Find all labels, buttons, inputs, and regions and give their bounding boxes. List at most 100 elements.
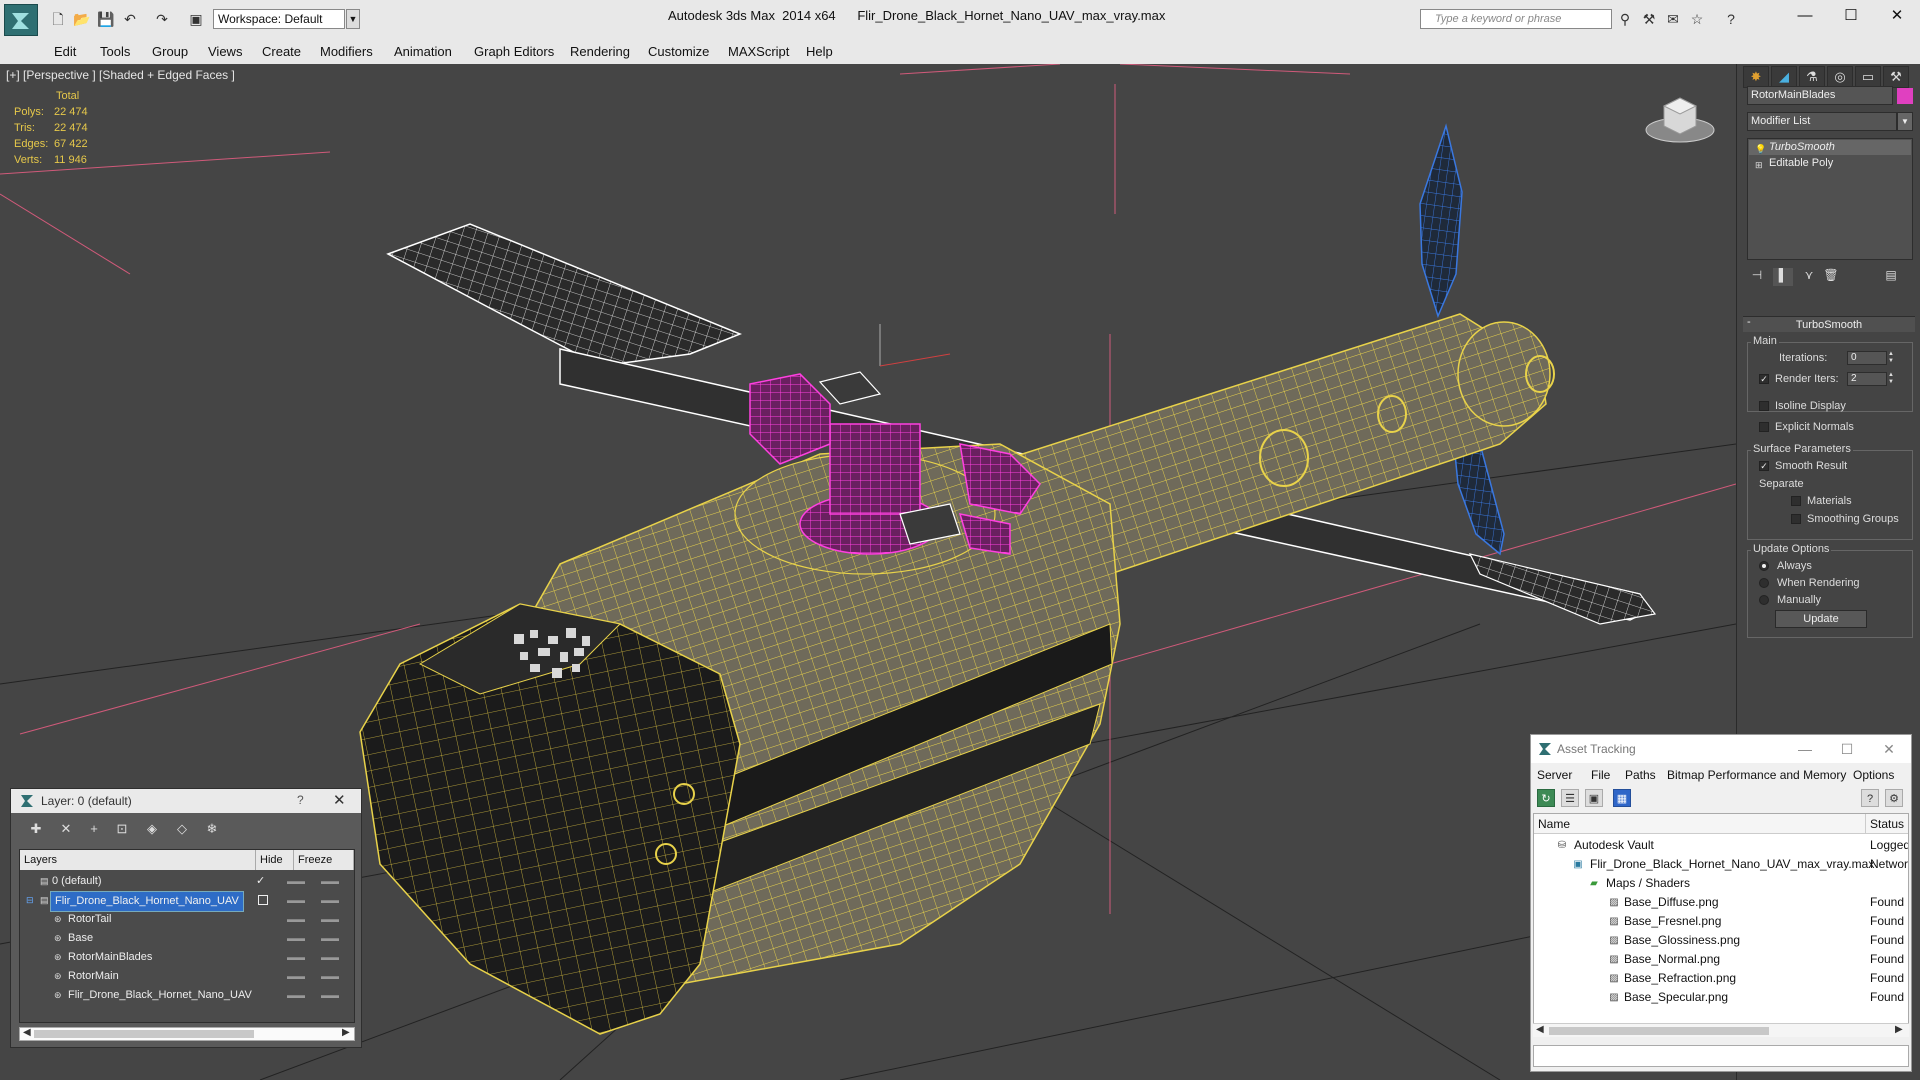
maximize-button[interactable]: ☐ bbox=[1828, 4, 1874, 28]
make-unique-icon[interactable]: ⋎ bbox=[1799, 268, 1819, 286]
column-layers[interactable]: Layers bbox=[20, 850, 256, 870]
make-current-box[interactable] bbox=[258, 895, 268, 905]
asset-menu-options[interactable]: Options bbox=[1853, 768, 1894, 782]
redo-icon[interactable]: ↷ bbox=[152, 9, 172, 29]
layer-row[interactable]: ▤ 0 (default) ✓ ▬▬ ▬▬ bbox=[20, 872, 354, 891]
new-file-icon[interactable]: 🗋 bbox=[48, 9, 68, 29]
rollout-turbosmooth[interactable]: TurboSmooth bbox=[1743, 316, 1915, 332]
menu-create[interactable]: Create bbox=[262, 44, 301, 59]
freeze-toggle[interactable]: ▬▬ bbox=[320, 929, 340, 948]
hide-toggle[interactable]: ▬▬ bbox=[286, 891, 306, 910]
render-iters-checkbox[interactable]: ✓ bbox=[1759, 374, 1769, 384]
update-button[interactable]: Update bbox=[1775, 610, 1867, 628]
layer-row[interactable]: ⊛ Flir_Drone_Black_Hornet_Nano_UAV ▬▬ ▬▬ bbox=[20, 986, 354, 1005]
menu-help[interactable]: Help bbox=[806, 44, 833, 59]
menu-modifiers[interactable]: Modifiers bbox=[320, 44, 373, 59]
freeze-toggle[interactable]: ▬▬ bbox=[320, 948, 340, 967]
hide-toggle[interactable]: ▬▬ bbox=[286, 967, 306, 986]
hierarchy-tab-icon[interactable]: ⚗ bbox=[1799, 66, 1825, 88]
asset-row[interactable]: ▨ Base_Specular.png Found bbox=[1534, 988, 1908, 1007]
binoculars-icon[interactable]: ⚲ bbox=[1616, 10, 1634, 28]
create-tab-icon[interactable]: ✸ bbox=[1743, 66, 1769, 88]
asset-menu-bitmap[interactable]: Bitmap Performance and Memory bbox=[1667, 768, 1846, 782]
menu-animation[interactable]: Animation bbox=[394, 44, 452, 59]
spinner-arrows-icon[interactable]: ▲ ▼ bbox=[1887, 372, 1895, 386]
minimize-button[interactable]: — bbox=[1782, 4, 1828, 28]
communication-icon[interactable]: ✉ bbox=[1664, 10, 1682, 28]
menu-edit[interactable]: Edit bbox=[54, 44, 76, 59]
asset-row[interactable]: ▨ Base_Diffuse.png Found bbox=[1534, 893, 1908, 912]
search-input[interactable]: Type a keyword or phrase bbox=[1420, 9, 1612, 29]
freeze-toggle[interactable]: ▬▬ bbox=[320, 967, 340, 986]
menu-customize[interactable]: Customize bbox=[648, 44, 709, 59]
open-file-icon[interactable]: 📂 bbox=[72, 9, 92, 29]
asset-menu-server[interactable]: Server bbox=[1537, 768, 1572, 782]
highlight-layer-icon[interactable]: ◈ bbox=[141, 819, 163, 839]
horizontal-scrollbar[interactable]: ◀ ▶ bbox=[1533, 1023, 1909, 1037]
layer-dialog-titlebar[interactable]: Layer: 0 (default) ? ✕ bbox=[11, 789, 361, 813]
subscription-icon[interactable]: ⚒ bbox=[1640, 10, 1658, 28]
motion-tab-icon[interactable]: ◎ bbox=[1827, 66, 1853, 88]
freeze-toggle[interactable]: ▬▬ bbox=[320, 872, 340, 891]
spinner-arrows-icon[interactable]: ▲ ▼ bbox=[1887, 351, 1895, 365]
asset-row[interactable]: ▨ Base_Glossiness.png Found bbox=[1534, 931, 1908, 950]
close-button[interactable]: ✕ bbox=[1869, 739, 1909, 759]
freeze-toggle[interactable]: ▬▬ bbox=[320, 891, 340, 910]
help-button[interactable]: ? bbox=[297, 793, 304, 807]
maximize-button[interactable]: ☐ bbox=[1827, 739, 1867, 759]
hide-toggle[interactable]: ▬▬ bbox=[286, 929, 306, 948]
settings-icon[interactable]: ⚙ bbox=[1885, 789, 1903, 807]
scroll-right-icon[interactable]: ▶ bbox=[1895, 1024, 1903, 1035]
freeze-toggle[interactable]: ▬▬ bbox=[320, 986, 340, 1005]
asset-row[interactable]: ⛁ Autodesk Vault Logged bbox=[1534, 836, 1908, 855]
add-to-layer-icon[interactable]: + bbox=[83, 819, 105, 839]
asset-row[interactable]: ▨ Base_Fresnel.png Found bbox=[1534, 912, 1908, 931]
show-end-result-icon[interactable]: ▌ bbox=[1773, 268, 1793, 286]
asset-row[interactable]: ▰ Maps / Shaders bbox=[1534, 874, 1908, 893]
scroll-thumb[interactable] bbox=[34, 1030, 254, 1038]
layer-row[interactable]: ⊟ ▤ Flir_Drone_Black_Hornet_Nano_UAV ▬▬ … bbox=[20, 891, 354, 912]
freeze-all-icon[interactable]: ❄ bbox=[201, 819, 223, 839]
layer-row[interactable]: ⊛ RotorMainBlades ▬▬ ▬▬ bbox=[20, 948, 354, 967]
hide-all-icon[interactable]: ◇ bbox=[171, 819, 193, 839]
hide-toggle[interactable]: ▬▬ bbox=[286, 910, 306, 929]
chevron-down-icon[interactable]: ▼ bbox=[1897, 112, 1913, 131]
chevron-down-icon[interactable]: ▼ bbox=[346, 9, 360, 29]
asset-row[interactable]: ▨ Base_Refraction.png Found bbox=[1534, 969, 1908, 988]
layer-row[interactable]: ⊛ RotorTail ▬▬ ▬▬ bbox=[20, 910, 354, 929]
collapse-icon[interactable]: - bbox=[1747, 316, 1751, 328]
scroll-right-icon[interactable]: ▶ bbox=[342, 1027, 350, 1038]
scroll-left-icon[interactable]: ◀ bbox=[23, 1027, 31, 1038]
app-menu-button[interactable] bbox=[4, 4, 38, 36]
collapse-icon[interactable]: ⊟ bbox=[26, 895, 35, 906]
column-freeze[interactable]: Freeze bbox=[294, 850, 354, 870]
workspace-select[interactable]: Workspace: Default bbox=[213, 9, 345, 29]
close-button[interactable]: ✕ bbox=[333, 791, 346, 809]
render-iters-spinner[interactable]: 2 bbox=[1847, 372, 1887, 386]
hide-toggle[interactable]: ▬▬ bbox=[286, 986, 306, 1005]
column-name[interactable]: Name bbox=[1534, 814, 1866, 834]
layer-row[interactable]: ⊛ Base ▬▬ ▬▬ bbox=[20, 929, 354, 948]
favorites-star-icon[interactable]: ☆ bbox=[1688, 10, 1706, 28]
smooth-result-checkbox[interactable]: ✓ bbox=[1759, 461, 1769, 471]
horizontal-scrollbar[interactable]: ◀ ▶ bbox=[19, 1027, 355, 1041]
scroll-left-icon[interactable]: ◀ bbox=[1536, 1024, 1544, 1035]
utilities-tab-icon[interactable]: ⚒ bbox=[1883, 66, 1909, 88]
display-tab-icon[interactable]: ▭ bbox=[1855, 66, 1881, 88]
smoothing-groups-checkbox[interactable] bbox=[1791, 514, 1801, 524]
hide-toggle[interactable]: ▬▬ bbox=[286, 948, 306, 967]
select-objects-icon[interactable]: ⊡ bbox=[111, 819, 133, 839]
project-folder-icon[interactable]: ▣ bbox=[186, 9, 206, 29]
update-always-radio[interactable] bbox=[1759, 561, 1769, 571]
refresh-icon[interactable]: ↻ bbox=[1537, 789, 1555, 807]
remove-modifier-icon[interactable]: 🗑 bbox=[1821, 268, 1841, 286]
asset-menu-paths[interactable]: Paths bbox=[1625, 768, 1656, 782]
modifier-list-dropdown[interactable]: Modifier List bbox=[1747, 112, 1897, 131]
modify-tab-icon[interactable]: ◢ bbox=[1771, 66, 1797, 88]
column-hide[interactable]: Hide bbox=[256, 850, 294, 870]
asset-menu-file[interactable]: File bbox=[1591, 768, 1610, 782]
hide-toggle[interactable]: ▬▬ bbox=[286, 872, 306, 891]
close-button[interactable]: ✕ bbox=[1874, 4, 1920, 28]
asset-tracking-titlebar[interactable]: Asset Tracking — ☐ ✕ bbox=[1531, 735, 1911, 763]
expand-plus-icon[interactable]: ⊞ bbox=[1755, 158, 1765, 170]
